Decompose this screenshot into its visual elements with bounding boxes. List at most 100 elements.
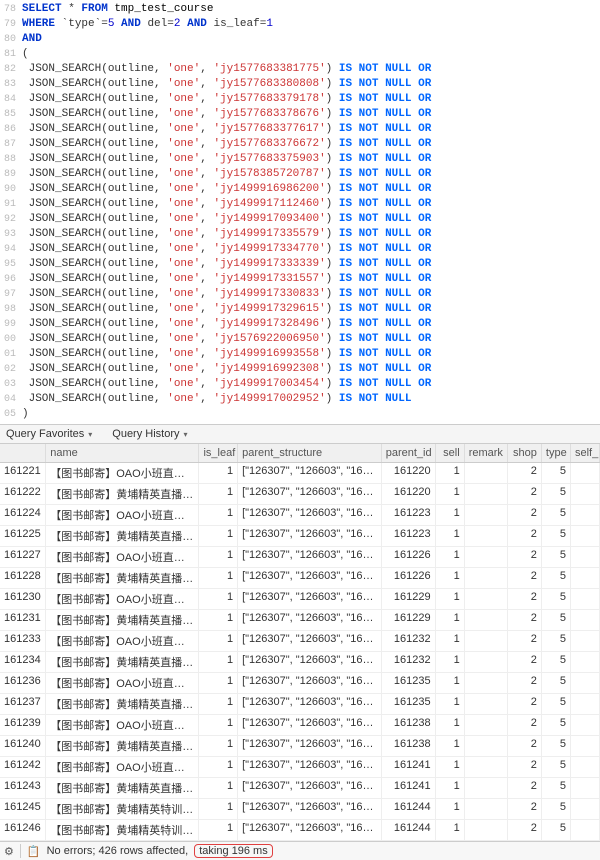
table-row[interactable]: 161233【图书邮寄】OAO小班直播特训营系...1["126307", "1… <box>0 631 600 652</box>
code-line[interactable]: 87 JSON_SEARCH(outline, 'one', 'jy157768… <box>0 137 600 152</box>
cell-name[interactable]: 【图书邮寄】OAO小班直播特训营系... <box>46 463 199 483</box>
table-row[interactable]: 161240【图书邮寄】黄埔精英直播特训营系...1["126307", "12… <box>0 736 600 757</box>
col-parent-id[interactable]: parent_id <box>382 444 436 462</box>
cell-sell[interactable]: 1 <box>436 757 465 777</box>
cell-shop[interactable]: 2 <box>508 526 542 546</box>
code-line[interactable]: 88 JSON_SEARCH(outline, 'one', 'jy157768… <box>0 152 600 167</box>
cell-type[interactable]: 5 <box>542 652 571 672</box>
code-content[interactable]: JSON_SEARCH(outline, 'one', 'jy149991733… <box>22 227 600 241</box>
query-history-dropdown[interactable]: Query History ▾ <box>112 428 187 440</box>
cell-name[interactable]: 【图书邮寄】黄埔精英直播特训营系... <box>46 610 199 630</box>
cell-remark[interactable] <box>465 736 508 756</box>
cell-id[interactable]: 161222 <box>0 484 46 504</box>
code-line[interactable]: 94 JSON_SEARCH(outline, 'one', 'jy149991… <box>0 242 600 257</box>
cell-shop[interactable]: 2 <box>508 589 542 609</box>
cell-name[interactable]: 【图书邮寄】OAO小班直播特训营系... <box>46 505 199 525</box>
cell-id[interactable]: 161237 <box>0 694 46 714</box>
code-content[interactable]: SELECT * FROM tmp_test_course <box>22 2 600 16</box>
cell-remark[interactable] <box>465 673 508 693</box>
cell-leaf[interactable]: 1 <box>199 526 238 546</box>
cell-struct[interactable]: ["126307", "126603", "161241"] <box>238 757 382 777</box>
cell-sell[interactable]: 1 <box>436 526 465 546</box>
code-content[interactable]: JSON_SEARCH(outline, 'one', 'jy149991733… <box>22 287 600 301</box>
cell-leaf[interactable]: 1 <box>199 463 238 483</box>
cell-remark[interactable] <box>465 694 508 714</box>
code-line[interactable]: 98 JSON_SEARCH(outline, 'one', 'jy149991… <box>0 302 600 317</box>
cell-self[interactable] <box>571 673 600 693</box>
code-content[interactable]: JSON_SEARCH(outline, 'one', 'jy149991709… <box>22 212 600 226</box>
cell-remark[interactable] <box>465 631 508 651</box>
cell-name[interactable]: 【图书邮寄】OAO小班直播特训营系... <box>46 673 199 693</box>
code-line[interactable]: 86 JSON_SEARCH(outline, 'one', 'jy157768… <box>0 122 600 137</box>
cell-sell[interactable]: 1 <box>436 463 465 483</box>
cell-id[interactable]: 161228 <box>0 568 46 588</box>
col-self[interactable]: self_ <box>571 444 600 462</box>
cell-type[interactable]: 5 <box>542 610 571 630</box>
table-row[interactable]: 161234【图书邮寄】黄埔精英直播特训营系...1["126307", "12… <box>0 652 600 673</box>
cell-shop[interactable]: 2 <box>508 715 542 735</box>
cell-id[interactable]: 161225 <box>0 526 46 546</box>
code-line[interactable]: 84 JSON_SEARCH(outline, 'one', 'jy157768… <box>0 92 600 107</box>
cell-struct[interactable]: ["126307", "126603", "161238"] <box>238 715 382 735</box>
table-row[interactable]: 161239【图书邮寄】OAO小班直播特训营系...1["126307", "1… <box>0 715 600 736</box>
code-content[interactable]: JSON_SEARCH(outline, 'one', 'jy149991711… <box>22 197 600 211</box>
cell-shop[interactable]: 2 <box>508 778 542 798</box>
cell-type[interactable]: 5 <box>542 589 571 609</box>
cell-leaf[interactable]: 1 <box>199 736 238 756</box>
cell-id[interactable]: 161227 <box>0 547 46 567</box>
cell-pid[interactable]: 161220 <box>382 484 436 504</box>
code-content[interactable]: JSON_SEARCH(outline, 'one', 'jy157768337… <box>22 122 600 136</box>
cell-self[interactable] <box>571 715 600 735</box>
code-content[interactable]: JSON_SEARCH(outline, 'one', 'jy149991733… <box>22 272 600 286</box>
table-row[interactable]: 161230【图书邮寄】OAO小班直播特训营系...1["126307", "1… <box>0 589 600 610</box>
cell-name[interactable]: 【图书邮寄】黄埔精英直播特训营系... <box>46 652 199 672</box>
code-content[interactable]: JSON_SEARCH(outline, 'one', 'jy157768338… <box>22 62 600 76</box>
cell-leaf[interactable]: 1 <box>199 505 238 525</box>
cell-id[interactable]: 161233 <box>0 631 46 651</box>
cell-self[interactable] <box>571 568 600 588</box>
cell-remark[interactable] <box>465 484 508 504</box>
cell-leaf[interactable]: 1 <box>199 484 238 504</box>
cell-pid[interactable]: 161232 <box>382 652 436 672</box>
cell-self[interactable] <box>571 778 600 798</box>
col-name[interactable]: name <box>46 444 199 462</box>
cell-self[interactable] <box>571 610 600 630</box>
cell-sell[interactable]: 1 <box>436 631 465 651</box>
sql-editor[interactable]: 78SELECT * FROM tmp_test_course79WHERE `… <box>0 0 600 424</box>
cell-name[interactable]: 【图书邮寄】OAO小班直播特训营系... <box>46 631 199 651</box>
cell-remark[interactable] <box>465 652 508 672</box>
code-content[interactable]: JSON_SEARCH(outline, 'one', 'jy157768337… <box>22 137 600 151</box>
code-content[interactable]: JSON_SEARCH(outline, 'one', 'jy149991699… <box>22 347 600 361</box>
cell-remark[interactable] <box>465 568 508 588</box>
cell-id[interactable]: 161234 <box>0 652 46 672</box>
code-line[interactable]: 83 JSON_SEARCH(outline, 'one', 'jy157768… <box>0 77 600 92</box>
cell-name[interactable]: 【图书邮寄】黄埔精英直播特训营系... <box>46 526 199 546</box>
cell-struct[interactable]: ["126307", "126603", "161244"] <box>238 799 382 819</box>
cell-self[interactable] <box>571 526 600 546</box>
cell-leaf[interactable]: 1 <box>199 778 238 798</box>
cell-id[interactable]: 161236 <box>0 673 46 693</box>
table-row[interactable]: 161228【图书邮寄】黄埔精英直播特训营系...1["126307", "12… <box>0 568 600 589</box>
cell-sell[interactable]: 1 <box>436 652 465 672</box>
cell-pid[interactable]: 161229 <box>382 589 436 609</box>
cell-pid[interactable]: 161220 <box>382 463 436 483</box>
cell-name[interactable]: 【图书邮寄】黄埔精英直播特训营系... <box>46 694 199 714</box>
cell-sell[interactable]: 1 <box>436 736 465 756</box>
cell-pid[interactable]: 161235 <box>382 694 436 714</box>
code-line[interactable]: 04 JSON_SEARCH(outline, 'one', 'jy149991… <box>0 392 600 407</box>
cell-shop[interactable]: 2 <box>508 568 542 588</box>
cell-type[interactable]: 5 <box>542 694 571 714</box>
cell-leaf[interactable]: 1 <box>199 547 238 567</box>
col-sell[interactable]: sell <box>436 444 465 462</box>
cell-name[interactable]: 【图书邮寄】黄埔精英直播特训营系... <box>46 778 199 798</box>
cell-name[interactable]: 【图书邮寄】黄埔精英直播特训营系... <box>46 484 199 504</box>
cell-pid[interactable]: 161223 <box>382 505 436 525</box>
cell-name[interactable]: 【图书邮寄】黄埔精英特训营-25本... <box>46 820 199 840</box>
cell-struct[interactable]: ["126307", "126603", "161220"] <box>238 463 382 483</box>
code-line[interactable]: 81( <box>0 47 600 62</box>
cell-id[interactable]: 161230 <box>0 589 46 609</box>
cell-pid[interactable]: 161238 <box>382 736 436 756</box>
cell-name[interactable]: 【图书邮寄】OAO小班直播特训营系... <box>46 547 199 567</box>
table-row[interactable]: 161221【图书邮寄】OAO小班直播特训营系...1["126307", "1… <box>0 463 600 484</box>
cell-pid[interactable]: 161232 <box>382 631 436 651</box>
